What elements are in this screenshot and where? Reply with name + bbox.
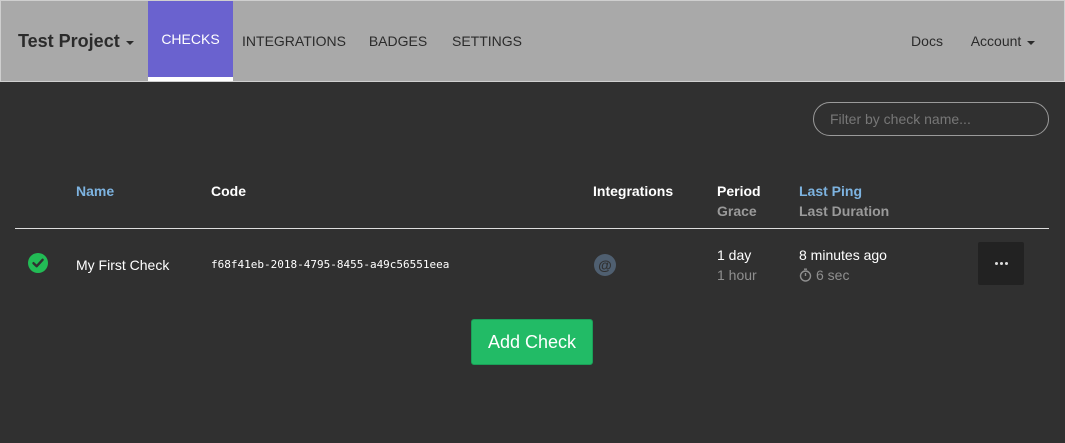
tab-settings[interactable]: SETTINGS [441, 1, 533, 81]
check-last-duration: 6 sec [799, 267, 849, 283]
header-code: Code [211, 183, 246, 199]
tab-checks[interactable]: CHECKS [148, 1, 233, 81]
docs-link[interactable]: Docs [897, 1, 957, 81]
check-grace[interactable]: 1 hour [717, 267, 757, 283]
filter-input[interactable] [813, 102, 1049, 136]
caret-down-icon [1027, 40, 1036, 45]
account-label: Account [970, 33, 1022, 49]
tab-integrations-label: INTEGRATIONS [242, 33, 346, 49]
add-check-button[interactable]: Add Check [471, 319, 593, 365]
last-duration-value: 6 sec [816, 267, 850, 283]
more-icon [994, 262, 998, 265]
header-period: Period [717, 183, 761, 199]
navbar: Test Project CHECKS INTEGRATIONS BADGES … [0, 0, 1065, 82]
check-code[interactable]: f68f41eb-2018-4795-8455-a49c56551eea [211, 258, 449, 271]
check-last-ping[interactable]: 8 minutes ago [799, 247, 887, 263]
status-up-icon [28, 253, 48, 273]
header-last-duration: Last Duration [799, 203, 890, 219]
header-divider [15, 228, 1049, 229]
project-name: Test Project [18, 31, 120, 51]
caret-down-icon [125, 41, 134, 45]
check-menu-button[interactable] [978, 242, 1024, 285]
header-integrations: Integrations [593, 183, 674, 199]
project-selector[interactable]: Test Project [18, 31, 134, 52]
email-icon[interactable]: @ [594, 254, 616, 276]
tab-badges-label: BADGES [368, 33, 428, 49]
header-last-ping[interactable]: Last Ping [799, 183, 862, 199]
check-name[interactable]: My First Check [76, 257, 169, 273]
docs-label: Docs [911, 33, 943, 49]
check-period[interactable]: 1 day [717, 247, 751, 263]
tab-badges[interactable]: BADGES [355, 1, 441, 81]
header-grace: Grace [717, 203, 757, 219]
tab-settings-label: SETTINGS [451, 33, 522, 49]
header-name[interactable]: Name [76, 183, 114, 199]
account-menu[interactable]: Account [957, 1, 1049, 81]
tab-integrations[interactable]: INTEGRATIONS [233, 1, 355, 81]
stopwatch-icon [799, 268, 812, 282]
tab-checks-label: CHECKS [161, 31, 220, 47]
